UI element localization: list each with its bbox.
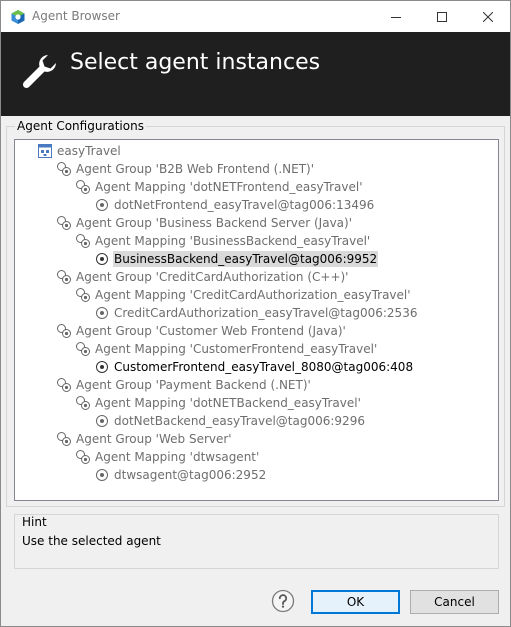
agent-group-item[interactable]: Agent Group 'CreditCardAuthorization (C+…	[56, 268, 349, 286]
agent-mapping-item[interactable]: Agent Mapping 'CreditCardAuthorization_e…	[75, 286, 412, 304]
agent-mapping-label: Agent Mapping 'CustomerFrontend_easyTrav…	[95, 342, 378, 356]
agent-instance-icon	[96, 307, 108, 319]
hint-box: Hint Use the selected agent	[14, 514, 499, 569]
close-button[interactable]	[465, 1, 511, 32]
agent-group-icon	[57, 216, 71, 230]
agent-instance-item-selected[interactable]: BusinessBackend_easyTravel@tag006:9952	[94, 250, 379, 268]
ok-button[interactable]: OK	[311, 590, 400, 614]
agent-instance-icon	[96, 199, 108, 211]
agent-mapping-label: Agent Mapping 'CreditCardAuthorization_e…	[95, 288, 411, 302]
agent-instance-label: dtwsagent@tag006:2952	[114, 468, 267, 482]
agent-group-label: Agent Group 'Payment Backend (.NET)'	[76, 378, 311, 392]
tree-root[interactable]: easyTravel	[37, 142, 122, 160]
agent-mapping-label: Agent Mapping 'dotNETBackend_easyTravel'	[95, 396, 361, 410]
agent-group-icon	[57, 270, 71, 284]
tree-root-label: easyTravel	[57, 144, 121, 158]
agent-instance-icon	[96, 253, 108, 265]
agent-group-icon	[57, 378, 71, 392]
maximize-button[interactable]	[419, 1, 465, 32]
agent-mapping-item[interactable]: Agent Mapping 'BusinessBackend_easyTrave…	[75, 232, 371, 250]
agent-instance-icon	[96, 415, 108, 427]
dialog-title: Select agent instances	[70, 50, 321, 75]
agent-instance-icon	[96, 469, 108, 481]
group-label: Agent Configurations	[15, 119, 146, 133]
system-profile-icon	[38, 144, 52, 158]
agent-instance-item[interactable]: dotNetFrontend_easyTravel@tag006:13496	[94, 196, 375, 214]
agent-instance-label: dotNetBackend_easyTravel@tag006:9296	[114, 414, 365, 428]
wrench-icon	[22, 55, 56, 89]
agent-mapping-label: Agent Mapping 'dotNETFrontend_easyTravel…	[95, 180, 363, 194]
agent-instance-label: dotNetFrontend_easyTravel@tag006:13496	[114, 198, 375, 212]
agent-mapping-icon	[76, 396, 90, 410]
agent-mapping-icon	[76, 234, 90, 248]
agent-browser-window: Agent Browser Select agent instances Age…	[0, 0, 511, 627]
agent-group-item[interactable]: Agent Group 'B2B Web Frontend (.NET)'	[56, 160, 315, 178]
agent-group-icon	[57, 432, 71, 446]
agent-tree[interactable]: easyTravel Agent Group 'B2B Web Frontend…	[14, 139, 499, 501]
agent-mapping-label: Agent Mapping 'BusinessBackend_easyTrave…	[95, 234, 371, 248]
agent-group-label: Agent Group 'CreditCardAuthorization (C+…	[76, 270, 349, 284]
app-icon	[11, 10, 25, 24]
help-icon[interactable]	[271, 589, 295, 613]
agent-instance-icon	[96, 361, 108, 373]
agent-group-icon	[57, 324, 71, 338]
agent-mapping-icon	[76, 342, 90, 356]
agent-mapping-icon	[76, 180, 90, 194]
minimize-button[interactable]	[373, 1, 419, 32]
agent-instance-item[interactable]: dtwsagent@tag006:2952	[94, 466, 267, 484]
cancel-button[interactable]: Cancel	[410, 590, 499, 614]
agent-mapping-label: Agent Mapping 'dtwsagent'	[95, 450, 260, 464]
title-bar: Agent Browser	[1, 1, 510, 32]
agent-instance-item[interactable]: CreditCardAuthorization_easyTravel@tag00…	[94, 304, 418, 322]
agent-group-label: Agent Group 'Customer Web Frontend (Java…	[76, 324, 346, 338]
agent-instance-label: BusinessBackend_easyTravel@tag006:9952	[113, 251, 379, 267]
agent-instance-item[interactable]: dotNetBackend_easyTravel@tag006:9296	[94, 412, 366, 430]
agent-group-item[interactable]: Agent Group 'Payment Backend (.NET)'	[56, 376, 312, 394]
close-icon	[483, 11, 493, 22]
window-title: Agent Browser	[32, 9, 120, 23]
agent-group-item[interactable]: Agent Group 'Web Server'	[56, 430, 233, 448]
agent-group-item[interactable]: Agent Group 'Business Backend Server (Ja…	[56, 214, 353, 232]
agent-mapping-item[interactable]: Agent Mapping 'CustomerFrontend_easyTrav…	[75, 340, 378, 358]
agent-mapping-item[interactable]: Agent Mapping 'dotNETFrontend_easyTravel…	[75, 178, 364, 196]
minimize-icon	[391, 16, 401, 18]
agent-instance-label: CustomerFrontend_easyTravel_8080@tag006:…	[114, 360, 414, 374]
hint-text: Use the selected agent	[22, 534, 161, 548]
dialog-header: Select agent instances	[1, 32, 510, 116]
agent-group-icon	[57, 162, 71, 176]
agent-mapping-item[interactable]: Agent Mapping 'dtwsagent'	[75, 448, 260, 466]
agent-mapping-item[interactable]: Agent Mapping 'dotNETBackend_easyTravel'	[75, 394, 362, 412]
agent-configurations-group: Agent Configurations easyTravel Agent Gr…	[6, 119, 505, 507]
agent-group-item[interactable]: Agent Group 'Customer Web Frontend (Java…	[56, 322, 347, 340]
maximize-icon	[437, 11, 447, 22]
agent-instance-label: CreditCardAuthorization_easyTravel@tag00…	[114, 306, 418, 320]
hint-label: Hint	[22, 515, 47, 529]
agent-mapping-icon	[76, 450, 90, 464]
agent-group-label: Agent Group 'Web Server'	[76, 432, 232, 446]
agent-instance-item[interactable]: CustomerFrontend_easyTravel_8080@tag006:…	[94, 358, 414, 376]
agent-group-label: Agent Group 'B2B Web Frontend (.NET)'	[76, 162, 315, 176]
agent-group-label: Agent Group 'Business Backend Server (Ja…	[76, 216, 353, 230]
agent-mapping-icon	[76, 288, 90, 302]
